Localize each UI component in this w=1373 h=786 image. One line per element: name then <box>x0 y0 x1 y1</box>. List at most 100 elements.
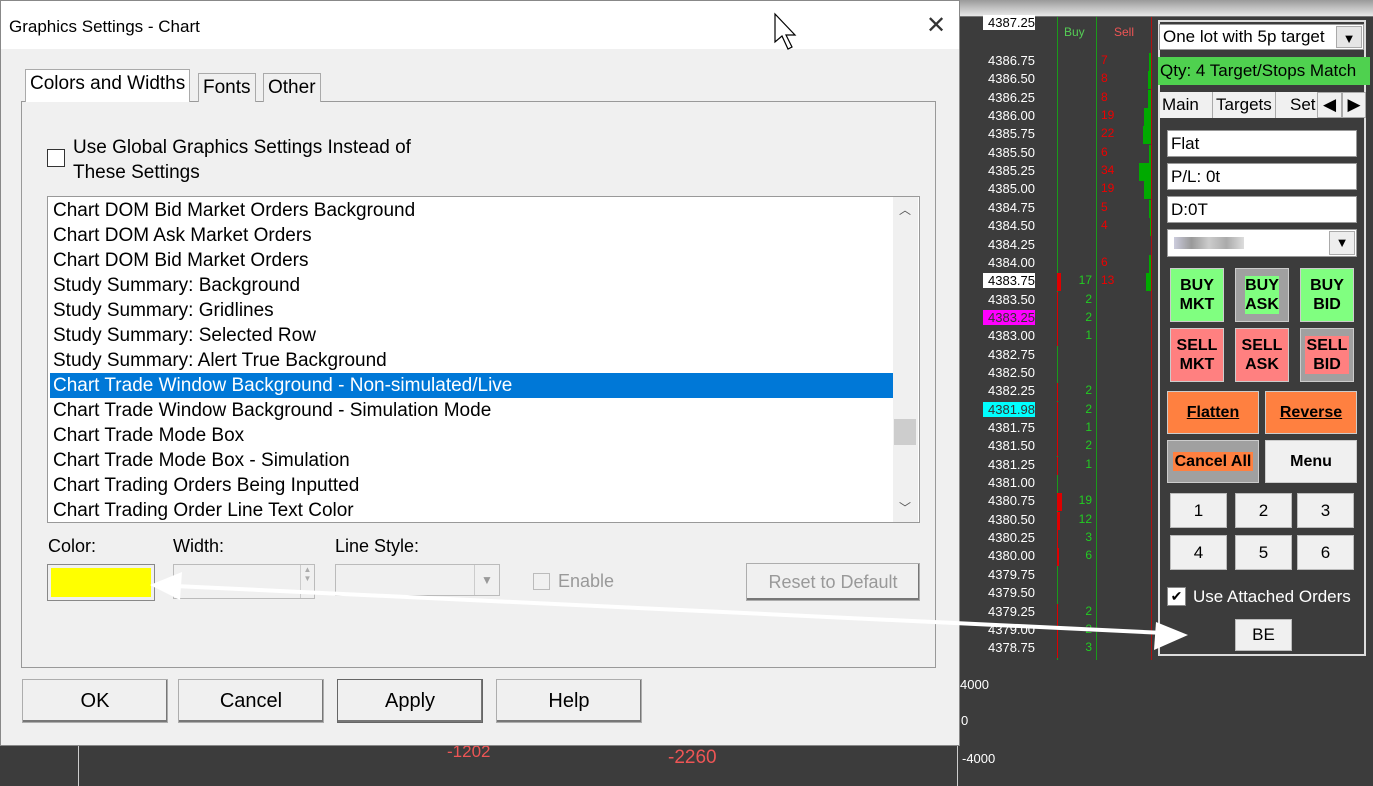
global-settings-checkbox[interactable] <box>47 149 65 167</box>
attached-orders-checkbox[interactable]: ✔ <box>1167 587 1186 606</box>
ladder-price[interactable]: 4383.50 <box>983 292 1035 307</box>
scroll-down-icon[interactable]: ﹀ <box>899 499 911 516</box>
tab-main[interactable]: Main <box>1162 95 1199 115</box>
graphics-items-list[interactable]: Chart DOM Bid Market Orders Background Ch… <box>47 196 920 523</box>
buy-ask-button[interactable]: BUY ASK <box>1235 268 1289 322</box>
ladder-price[interactable]: 4384.00 <box>983 255 1035 270</box>
ladder-price[interactable]: 4383.25 <box>983 309 1035 325</box>
ladder-price[interactable]: 4380.25 <box>983 530 1035 545</box>
list-item[interactable]: Chart Trading Order Line Text Color <box>50 498 893 522</box>
ladder-price[interactable]: 4380.75 <box>983 493 1035 508</box>
flatten-button[interactable]: Flatten <box>1167 391 1259 434</box>
list-item[interactable]: Chart Trade Window Background - Simulati… <box>50 398 893 423</box>
ladder-price[interactable]: 4386.00 <box>983 108 1035 123</box>
buy-bid-button[interactable]: BUY BID <box>1300 268 1354 322</box>
ladder-price[interactable]: 4379.25 <box>983 604 1035 619</box>
account-select[interactable]: ▼ <box>1167 229 1357 257</box>
ladder-price[interactable]: 4384.25 <box>983 237 1035 252</box>
ladder-price[interactable]: 4380.50 <box>983 512 1035 527</box>
qty-3-button[interactable]: 3 <box>1297 493 1354 528</box>
tab-fonts[interactable]: Fonts <box>198 73 256 102</box>
ladder-price[interactable]: 4382.75 <box>983 347 1035 362</box>
ladder-price[interactable]: 4386.25 <box>983 90 1035 105</box>
list-item[interactable]: Chart Trade Mode Box <box>50 423 893 448</box>
ladder-price[interactable]: 4381.25 <box>983 457 1035 472</box>
sell-bid-button[interactable]: SELL BID <box>1300 328 1354 382</box>
ladder-price[interactable]: 4379.75 <box>983 567 1035 582</box>
chevron-down-icon[interactable]: ▼ <box>1329 231 1355 255</box>
preset-select[interactable]: One lot with 5p target ▼ <box>1159 24 1364 50</box>
ladder-price[interactable]: 4379.00 <box>983 622 1035 637</box>
list-item[interactable]: Chart DOM Ask Market Orders <box>50 223 893 248</box>
list-scrollbar[interactable]: ︿ ﹀ <box>893 197 918 522</box>
list-item[interactable]: Study Summary: Alert True Background <box>50 348 893 373</box>
list-item[interactable]: Study Summary: Gridlines <box>50 298 893 323</box>
ladder-price[interactable]: 4382.25 <box>983 383 1035 398</box>
ladder-price[interactable]: 4385.00 <box>983 181 1035 196</box>
chevron-right-icon[interactable]: ▶ <box>1342 92 1366 118</box>
help-button[interactable]: Help <box>496 679 642 723</box>
apply-button[interactable]: Apply <box>337 679 483 723</box>
sell-volume: 19 <box>1101 108 1115 123</box>
ladder-price[interactable]: 4382.50 <box>983 365 1035 380</box>
list-item[interactable]: Chart DOM Bid Market Orders <box>50 248 893 273</box>
ladder-price[interactable]: 4384.50 <box>983 218 1035 233</box>
list-item[interactable]: Study Summary: Selected Row <box>50 323 893 348</box>
qty-1-button[interactable]: 1 <box>1170 493 1227 528</box>
sell-ask-button[interactable]: SELL ASK <box>1235 328 1289 382</box>
chevron-down-icon[interactable]: ▼ <box>1336 26 1362 48</box>
ladder-price[interactable]: 4381.50 <box>983 438 1035 453</box>
spinner-arrows-icon[interactable]: ▲ ▼ <box>300 565 314 598</box>
ladder-price[interactable]: 4385.25 <box>983 163 1035 178</box>
ladder-price[interactable]: 4381.00 <box>983 475 1035 490</box>
buy-volume-bar <box>1057 438 1058 457</box>
list-item[interactable]: Study Summary: Background <box>50 273 893 298</box>
buy-volume-bar <box>1057 383 1058 402</box>
tab-settings[interactable]: Set <box>1290 95 1316 115</box>
scrollbar-thumb[interactable] <box>894 419 916 445</box>
qty-2-button[interactable]: 2 <box>1235 493 1292 528</box>
reset-to-default-button[interactable]: Reset to Default <box>746 563 920 601</box>
ladder-price[interactable]: 4380.00 <box>983 548 1035 563</box>
tab-other[interactable]: Other <box>263 73 321 102</box>
list-item[interactable]: Chart Trading Orders Being Inputted <box>50 473 893 498</box>
qty-4-button[interactable]: 4 <box>1170 535 1227 570</box>
chevron-down-icon[interactable]: ▼ <box>474 565 499 595</box>
qty-5-button[interactable]: 5 <box>1235 535 1292 570</box>
buy-market-button[interactable]: BUY MKT <box>1170 268 1224 322</box>
qty-6-button[interactable]: 6 <box>1297 535 1354 570</box>
color-swatch-button[interactable] <box>47 564 155 601</box>
close-icon[interactable]: ✕ <box>926 11 946 40</box>
tab-colors-and-widths[interactable]: Colors and Widths <box>25 69 191 102</box>
line-style-select[interactable]: ▼ <box>335 564 500 596</box>
chevron-left-icon[interactable]: ◀ <box>1317 92 1342 118</box>
ladder-price[interactable]: 4381.75 <box>983 420 1035 435</box>
reverse-button[interactable]: Reverse <box>1265 391 1357 434</box>
ladder-price[interactable]: 4386.50 <box>983 71 1035 86</box>
list-item[interactable]: Chart Trade Mode Box - Simulation <box>50 448 893 473</box>
menu-button[interactable]: Menu <box>1265 440 1357 483</box>
ladder-price[interactable]: 4386.75 <box>983 53 1035 68</box>
ladder-price[interactable]: 4385.75 <box>983 126 1035 141</box>
breakeven-button[interactable]: BE <box>1235 619 1292 651</box>
cancel-all-button[interactable]: Cancel All <box>1167 440 1259 483</box>
enable-checkbox[interactable] <box>533 573 550 590</box>
list-item[interactable]: Chart Trade Window Background - Non-simu… <box>50 373 893 398</box>
sell-market-button[interactable]: SELL MKT <box>1170 328 1224 382</box>
ladder-price[interactable]: 4385.50 <box>983 145 1035 160</box>
buy-volume: 1 <box>1085 456 1092 471</box>
axis-tick: 0 <box>961 713 969 728</box>
ladder-price[interactable]: 4384.75 <box>983 200 1035 215</box>
tab-targets[interactable]: Targets <box>1212 92 1276 118</box>
ladder-price[interactable]: 4383.00 <box>983 328 1035 343</box>
width-spinner[interactable]: ▲ ▼ <box>173 564 315 599</box>
ok-button[interactable]: OK <box>22 679 168 723</box>
cancel-button[interactable]: Cancel <box>178 679 324 723</box>
ladder-price[interactable]: 4378.75 <box>983 640 1035 655</box>
ladder-price[interactable]: 4379.50 <box>983 585 1035 600</box>
scroll-up-icon[interactable]: ︿ <box>899 201 911 218</box>
ladder-price[interactable]: 4383.75 <box>983 273 1035 289</box>
ladder-price[interactable]: 4381.98 <box>983 401 1035 417</box>
list-item[interactable]: Chart DOM Bid Market Orders Background <box>50 198 893 223</box>
cancel-all-label: Cancel All <box>1172 452 1254 471</box>
